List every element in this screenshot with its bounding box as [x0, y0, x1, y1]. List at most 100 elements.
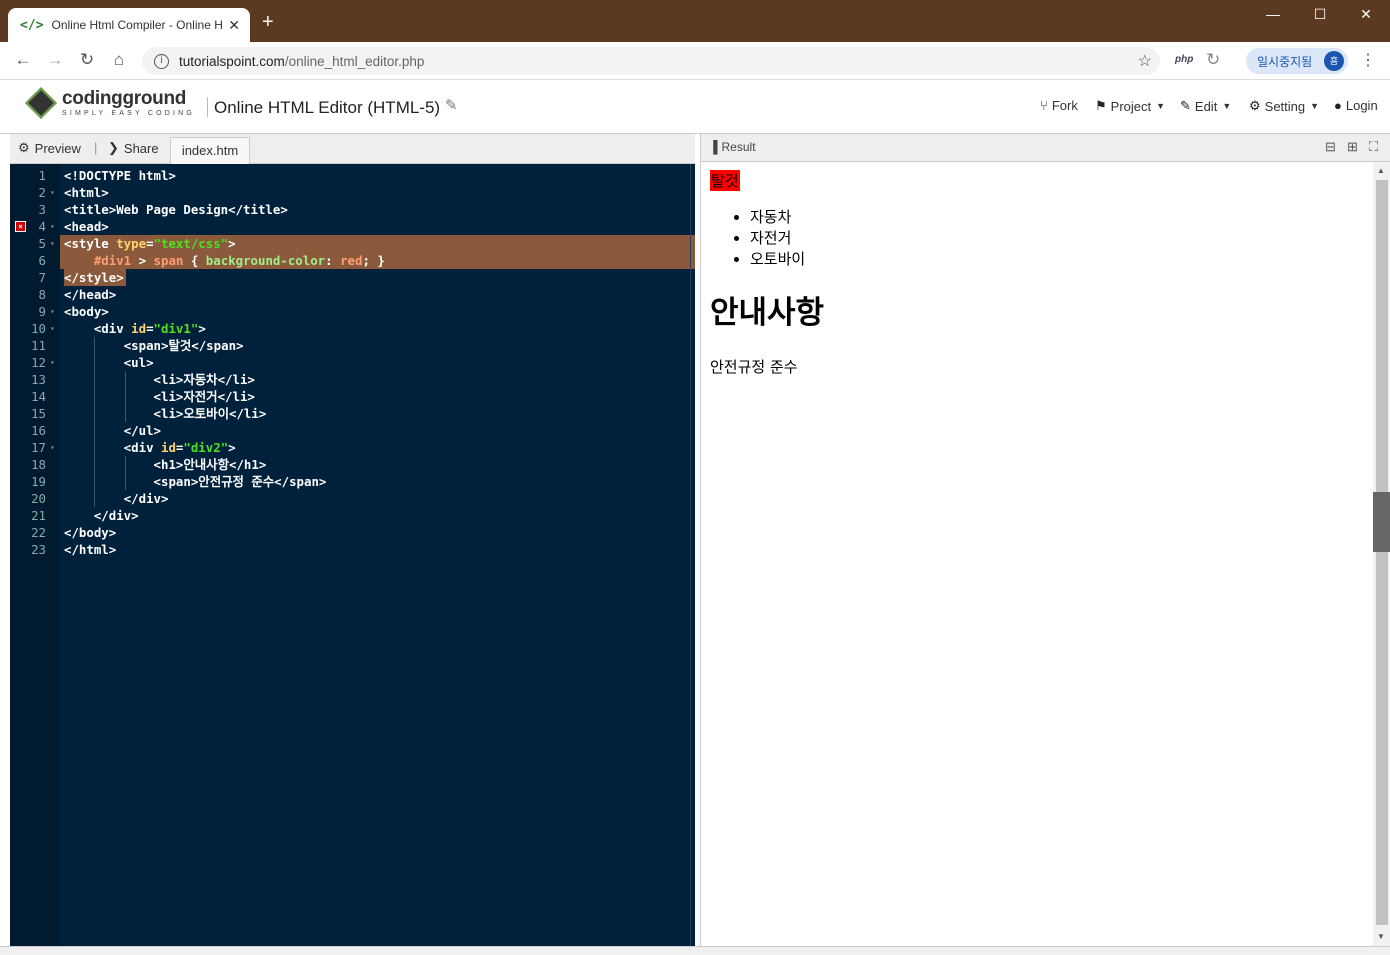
- login-label: Login: [1345, 98, 1378, 113]
- share-button[interactable]: ❯ Share: [108, 140, 159, 156]
- code-line[interactable]: 11 <span>탈것</span>: [10, 337, 695, 354]
- fold-toggle-icon[interactable]: ▾: [50, 235, 55, 252]
- setting-menu[interactable]: ⚙ Setting ▼: [1249, 98, 1319, 114]
- code-token: <span>: [123, 338, 169, 353]
- edit-label: Edit: [1194, 98, 1218, 114]
- code-line[interactable]: 14 <li>자전거</li>: [10, 388, 695, 405]
- preview-note: 안전규정 준수: [710, 358, 798, 376]
- editor-pane: ⚙ Preview | ❯ Share index.htm 1 <!DOCTYPE h…: [10, 134, 695, 946]
- code-line[interactable]: 17 ▾ <div id="div2">: [10, 439, 695, 456]
- code-line[interactable]: 16 </ul>: [10, 422, 695, 439]
- code-line[interactable]: 18 <h1>안내사항</h1>: [10, 456, 695, 473]
- home-icon[interactable]: ⌂: [108, 50, 130, 70]
- fold-toggle-icon[interactable]: ▾: [50, 320, 55, 337]
- code-line[interactable]: 5 ▾ <style type="text/css">: [10, 235, 695, 252]
- code-token: :: [325, 253, 341, 268]
- profile-paused-button[interactable]: 일시중지됨 흠: [1246, 48, 1348, 74]
- preview-span: 탈것: [710, 170, 740, 191]
- edit-menu[interactable]: ✎ Edit ▼: [1180, 98, 1231, 114]
- preview-scrollbar[interactable]: ▲ ▼: [1373, 162, 1390, 946]
- code-token: id: [161, 440, 176, 455]
- code-line[interactable]: 2 ▾ <html>: [10, 184, 695, 201]
- close-tab-icon[interactable]: ✕: [228, 17, 240, 34]
- code-line[interactable]: 9 ▾ <body>: [10, 303, 695, 320]
- compress-icon[interactable]: ⊟: [1325, 139, 1336, 155]
- code-line[interactable]: 8 </head>: [10, 286, 695, 303]
- fullscreen-icon[interactable]: ⛶: [1369, 139, 1378, 155]
- code-line[interactable]: 12 ▾ <ul>: [10, 354, 695, 371]
- result-tab[interactable]: ▐ Result: [709, 140, 756, 154]
- code-line[interactable]: 1 <!DOCTYPE html>: [10, 167, 695, 184]
- fork-menu[interactable]: ⑂ Fork: [1040, 98, 1078, 113]
- scroll-thumb[interactable]: [1373, 492, 1390, 552]
- php-extension-icon[interactable]: php: [1175, 54, 1193, 65]
- code-line[interactable]: 13 <li>자동차</li>: [10, 371, 695, 388]
- reload-icon[interactable]: ↻: [76, 50, 98, 70]
- site-header: codingground SIMPLY EASY CODING Online H…: [0, 80, 1390, 134]
- code-text: <span>탈것</span>: [64, 337, 244, 354]
- site-info-icon[interactable]: i: [154, 53, 169, 69]
- scroll-down-icon[interactable]: ▼: [1377, 932, 1385, 941]
- forward-icon[interactable]: →: [44, 50, 66, 70]
- code-text: </style>: [64, 269, 124, 286]
- fold-toggle-icon[interactable]: ▾: [50, 303, 55, 320]
- code-text: <div id="div1">: [64, 320, 206, 337]
- code-text: </div>: [64, 507, 139, 524]
- code-token: </span>: [274, 474, 327, 489]
- scroll-up-icon[interactable]: ▲: [1377, 166, 1385, 175]
- extension-reload-icon[interactable]: ↻: [1206, 50, 1220, 70]
- code-line[interactable]: 21 </div>: [10, 507, 695, 524]
- print-margin: [690, 164, 691, 946]
- edit-title-icon[interactable]: ✎: [445, 96, 458, 114]
- code-line[interactable]: 15 <li>오토바이</li>: [10, 405, 695, 422]
- code-text: </html>: [64, 541, 116, 558]
- code-line[interactable]: 23 </html>: [10, 541, 695, 558]
- code-line[interactable]: 10 ▾ <div id="div1">: [10, 320, 695, 337]
- code-token: 오토바이: [183, 406, 229, 421]
- fold-toggle-icon[interactable]: ▾: [50, 184, 55, 201]
- code-token: =: [146, 236, 154, 251]
- login-link[interactable]: ● Login: [1334, 98, 1378, 113]
- status-strip: [0, 946, 1390, 955]
- divider: [207, 97, 208, 117]
- logo-icon: [25, 87, 57, 119]
- preview-button[interactable]: ⚙ Preview: [18, 140, 81, 156]
- maximize-icon[interactable]: ☐: [1305, 6, 1335, 23]
- code-token: <style: [64, 236, 117, 251]
- code-line[interactable]: 22 </body>: [10, 524, 695, 541]
- project-menu[interactable]: ⚑ Project ▼: [1095, 98, 1165, 114]
- expand-icon[interactable]: ⊞: [1347, 139, 1358, 155]
- code-line[interactable]: 19 <span>안전규정 준수</span>: [10, 473, 695, 490]
- code-line[interactable]: 20 </div>: [10, 490, 695, 507]
- file-tab[interactable]: index.htm: [170, 137, 250, 164]
- fold-toggle-icon[interactable]: ▾: [50, 439, 55, 456]
- error-marker-icon[interactable]: ×: [15, 221, 26, 232]
- minimize-icon[interactable]: —: [1258, 6, 1288, 22]
- browser-tab[interactable]: </> Online Html Compiler - Online H ✕: [8, 8, 250, 42]
- browser-menu-icon[interactable]: ⋮: [1360, 50, 1376, 70]
- code-line[interactable]: 7 </style>: [10, 269, 695, 286]
- fold-toggle-icon[interactable]: ▾: [50, 218, 55, 235]
- address-bar[interactable]: i tutorialspoint.com/online_html_editor.…: [142, 47, 1160, 75]
- code-token: </h1>: [228, 457, 267, 472]
- line-number: 7: [38, 270, 46, 285]
- back-icon[interactable]: ←: [12, 50, 34, 70]
- code-token: <head>: [64, 219, 109, 234]
- new-tab-button[interactable]: +: [262, 12, 274, 32]
- avatar: 흠: [1324, 51, 1344, 71]
- code-editor[interactable]: 1 <!DOCTYPE html> 2 ▾ <html> 3 <title>Web Page…: [10, 164, 695, 946]
- fold-toggle-icon[interactable]: ▾: [50, 354, 55, 371]
- line-number: 23: [31, 542, 46, 557]
- bookmark-star-icon[interactable]: ☆: [1138, 51, 1152, 71]
- codingground-logo[interactable]: codingground SIMPLY EASY CODING: [25, 87, 195, 119]
- line-number: 11: [31, 338, 46, 353]
- code-line[interactable]: 6 #div1 > span { background-color: red; …: [10, 252, 695, 269]
- code-text: </div>: [64, 490, 169, 507]
- code-line[interactable]: 4 × ▾ <head>: [10, 218, 695, 235]
- code-line[interactable]: 3 <title>Web Page Design</title>: [10, 201, 695, 218]
- code-token: </span>: [191, 338, 244, 353]
- window-close-icon[interactable]: ✕: [1351, 6, 1381, 23]
